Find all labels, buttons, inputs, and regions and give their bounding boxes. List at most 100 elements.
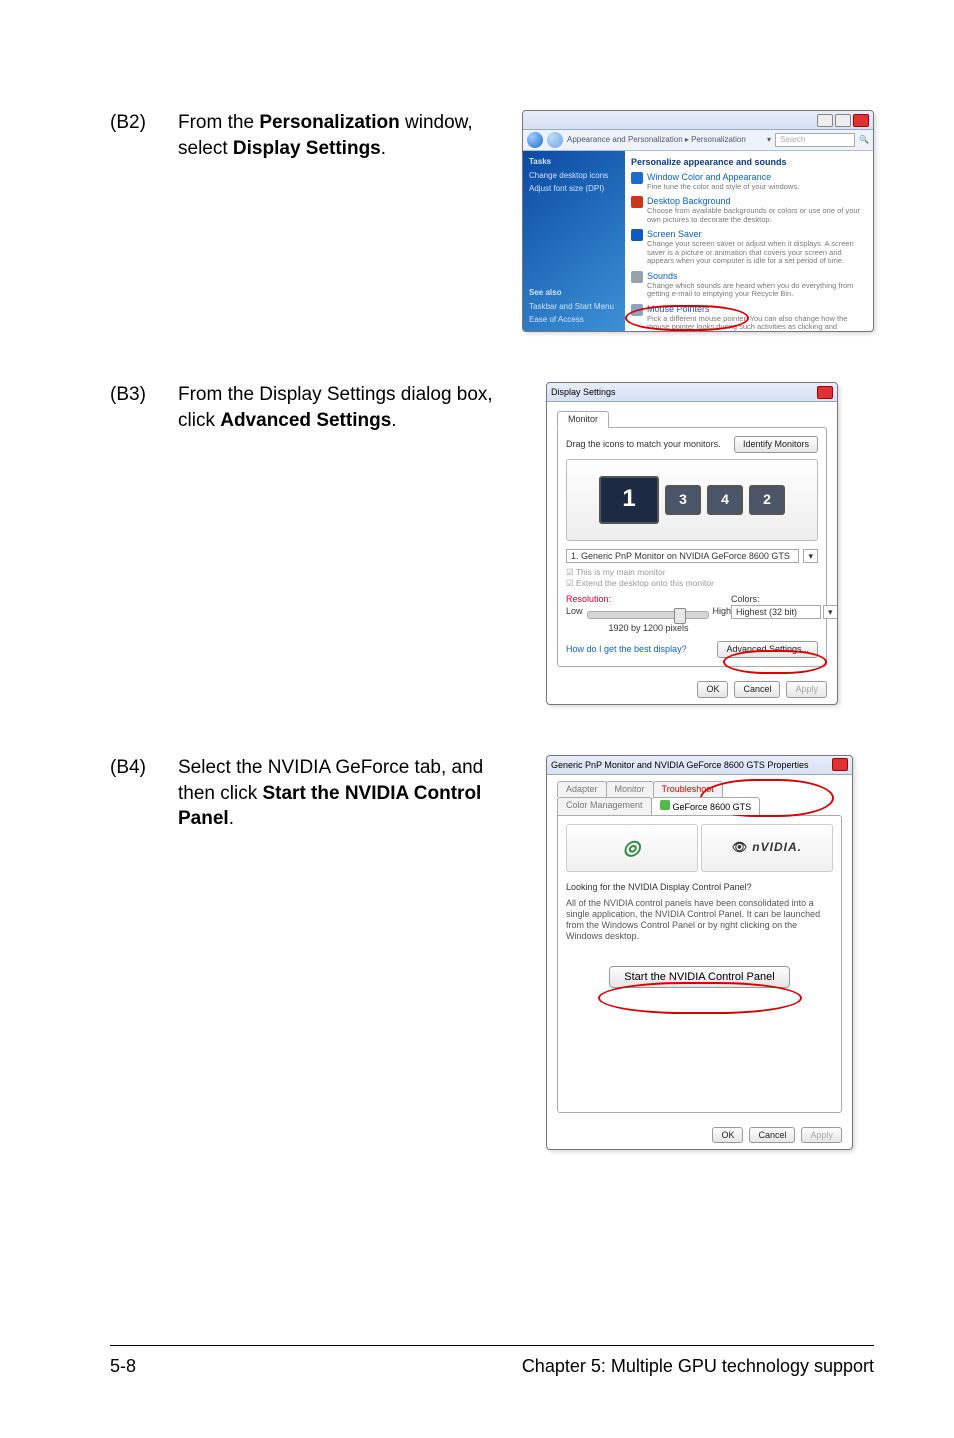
display-settings-window: Display Settings Monitor Drag the icons … bbox=[546, 382, 838, 705]
identify-monitors-button[interactable]: Identify Monitors bbox=[734, 436, 818, 453]
chapter-title: Chapter 5: Multiple GPU technology suppo… bbox=[522, 1354, 874, 1378]
step-b2-label: (B2) bbox=[110, 110, 160, 136]
text: From the bbox=[178, 112, 259, 133]
item-desc: Change which sounds are heard when you d… bbox=[647, 282, 867, 299]
slider-low: Low bbox=[566, 606, 583, 617]
tab-color-management[interactable]: Color Management bbox=[557, 797, 652, 815]
advanced-settings-button[interactable]: Advanced Settings... bbox=[717, 641, 818, 658]
search-input[interactable]: Search bbox=[775, 133, 855, 147]
colors-select[interactable]: Highest (32 bit) bbox=[731, 605, 821, 620]
max-button[interactable] bbox=[835, 114, 851, 127]
step-b2: (B2) From the Personalization window, se… bbox=[110, 110, 874, 332]
main-pane: Personalize appearance and sounds Window… bbox=[625, 151, 873, 331]
checkbox-extend-desktop: ☑ Extend the desktop onto this monitor bbox=[566, 578, 818, 588]
personalization-item[interactable]: SoundsChange which sounds are heard when… bbox=[631, 271, 867, 299]
resolution-label: Resolution: bbox=[566, 594, 731, 605]
personalization-item[interactable]: Mouse PointersPick a different mouse poi… bbox=[631, 304, 867, 332]
tab-adapter[interactable]: Adapter bbox=[557, 781, 607, 797]
dialog-buttons: OK Cancel Apply bbox=[547, 1121, 852, 1150]
nvidia-logo: 👁nVIDIA. bbox=[701, 824, 833, 872]
screenshot-b4: Generic PnP Monitor and NVIDIA GeForce 8… bbox=[546, 755, 853, 1150]
address-bar: Appearance and Personalization ▸ Persona… bbox=[523, 130, 873, 151]
bold: Personalization bbox=[259, 112, 399, 133]
item-desc: Change your screen saver or adjust when … bbox=[647, 240, 867, 266]
ok-button[interactable]: OK bbox=[712, 1127, 743, 1144]
sidebar-link[interactable]: Ease of Access bbox=[529, 315, 619, 325]
page-title: Personalize appearance and sounds bbox=[631, 157, 867, 168]
item-icon bbox=[631, 304, 643, 316]
forward-icon[interactable] bbox=[547, 132, 563, 148]
sidebar: Tasks Change desktop icons Adjust font s… bbox=[523, 151, 625, 331]
tab-monitor[interactable]: Monitor bbox=[606, 781, 654, 797]
colors-label: Colors: bbox=[731, 594, 838, 605]
apply-button: Apply bbox=[786, 681, 827, 698]
search-icon[interactable]: 🔍 bbox=[859, 135, 869, 145]
checkbox-main-monitor: ☑ This is my main monitor bbox=[566, 567, 818, 577]
tab-pane: Drag the icons to match your monitors. I… bbox=[557, 427, 827, 667]
tab-pane: ◎ 👁nVIDIA. Looking for the NVIDIA Displa… bbox=[557, 815, 842, 1113]
chevron-down-icon[interactable]: ▾ bbox=[803, 549, 818, 564]
item-desc: Pick a different mouse pointer. You can … bbox=[647, 315, 867, 332]
cancel-button[interactable]: Cancel bbox=[734, 681, 780, 698]
sidebar-link[interactable]: Change desktop icons bbox=[529, 171, 619, 181]
tab-geforce[interactable]: GeForce 8600 GTS bbox=[651, 797, 761, 815]
resolution-slider[interactable] bbox=[587, 611, 709, 619]
step-b3-label: (B3) bbox=[110, 382, 160, 408]
window-title: Generic PnP Monitor and NVIDIA GeForce 8… bbox=[551, 760, 808, 771]
window-buttons bbox=[817, 386, 833, 399]
item-icon bbox=[631, 271, 643, 283]
tab-monitor[interactable]: Monitor bbox=[557, 411, 609, 428]
page-footer: 5-8 Chapter 5: Multiple GPU technology s… bbox=[110, 1345, 874, 1378]
ok-button[interactable]: OK bbox=[697, 681, 728, 698]
window-buttons bbox=[817, 114, 869, 127]
help-link[interactable]: How do I get the best display? bbox=[566, 644, 687, 655]
page-number: 5-8 bbox=[110, 1354, 136, 1378]
close-button[interactable] bbox=[817, 386, 833, 399]
close-button[interactable] bbox=[853, 114, 869, 127]
nvidia-icon bbox=[660, 800, 670, 810]
screenshot-b2: Appearance and Personalization ▸ Persona… bbox=[522, 110, 874, 332]
personalization-item[interactable]: Screen SaverChange your screen saver or … bbox=[631, 229, 867, 266]
monitor-icon[interactable]: 1 bbox=[599, 476, 659, 524]
item-desc: Fine tune the color and style of your wi… bbox=[647, 183, 799, 192]
start-nvidia-button[interactable]: Start the NVIDIA Control Panel bbox=[609, 966, 789, 988]
text: . bbox=[381, 138, 386, 159]
titlebar bbox=[523, 111, 873, 130]
monitor-icon[interactable]: 2 bbox=[749, 485, 785, 515]
apply-button: Apply bbox=[801, 1127, 842, 1144]
personalization-window: Appearance and Personalization ▸ Persona… bbox=[522, 110, 874, 332]
text: . bbox=[391, 410, 396, 431]
heading-question: Looking for the NVIDIA Display Control P… bbox=[566, 882, 833, 893]
step-b4-label: (B4) bbox=[110, 755, 160, 781]
bold: Advanced Settings bbox=[220, 410, 391, 431]
chevron-down-icon[interactable]: ▾ bbox=[823, 605, 838, 620]
bold: Display Settings bbox=[233, 138, 381, 159]
monitor-icon[interactable]: 4 bbox=[707, 485, 743, 515]
back-icon[interactable] bbox=[527, 132, 543, 148]
monitor-layout[interactable]: 1 3 4 2 bbox=[566, 459, 818, 541]
monitor-properties-window: Generic PnP Monitor and NVIDIA GeForce 8… bbox=[546, 755, 853, 1150]
sidebar-link[interactable]: Adjust font size (DPI) bbox=[529, 184, 619, 194]
cancel-button[interactable]: Cancel bbox=[749, 1127, 795, 1144]
close-button[interactable] bbox=[832, 758, 848, 771]
sidebar-heading: See also bbox=[529, 288, 619, 298]
slider-high: High bbox=[713, 606, 732, 617]
step-b3: (B3) From the Display Settings dialog bo… bbox=[110, 382, 874, 705]
titlebar: Generic PnP Monitor and NVIDIA GeForce 8… bbox=[547, 756, 852, 775]
step-b4: (B4) Select the NVIDIA GeForce tab, and … bbox=[110, 755, 874, 1150]
personalization-item[interactable]: Desktop BackgroundChoose from available … bbox=[631, 196, 867, 224]
item-icon bbox=[631, 196, 643, 208]
text: . bbox=[229, 808, 234, 829]
personalization-item[interactable]: Window Color and AppearanceFine tune the… bbox=[631, 172, 867, 191]
tab-troubleshoot[interactable]: Troubleshoot bbox=[653, 781, 723, 797]
monitor-icon[interactable]: 3 bbox=[665, 485, 701, 515]
tabstrip: Adapter Monitor Troubleshoot Color Manag… bbox=[557, 781, 842, 815]
window-buttons bbox=[832, 758, 848, 771]
window-title: Display Settings bbox=[551, 387, 616, 398]
screenshot-b3: Display Settings Monitor Drag the icons … bbox=[546, 382, 838, 705]
breadcrumb[interactable]: Appearance and Personalization ▸ Persona… bbox=[567, 135, 763, 145]
nvidia-eye-icon: 👁 bbox=[732, 840, 748, 854]
monitor-select[interactable]: 1. Generic PnP Monitor on NVIDIA GeForce… bbox=[566, 549, 799, 564]
min-button[interactable] bbox=[817, 114, 833, 127]
sidebar-link[interactable]: Taskbar and Start Menu bbox=[529, 302, 619, 312]
